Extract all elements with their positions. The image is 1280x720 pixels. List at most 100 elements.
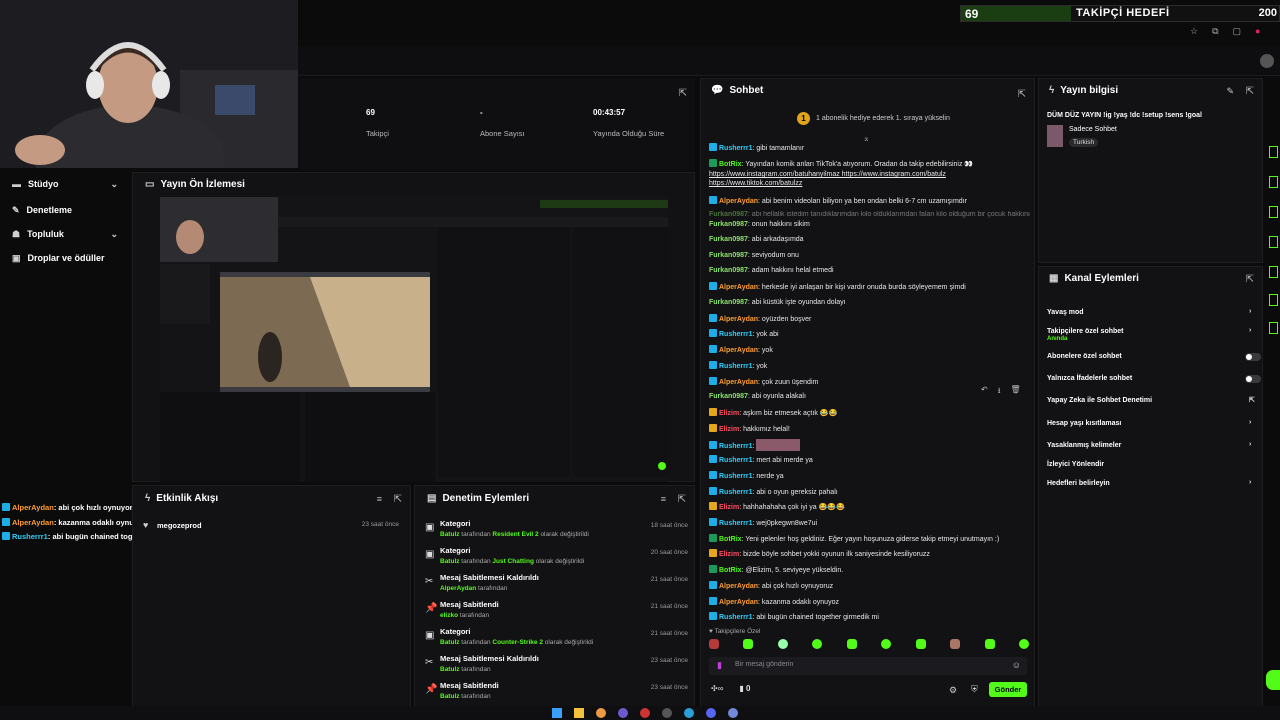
- chat-message[interactable]: Elizim: bizde böyle sohbet yokki oyunun …: [709, 549, 930, 559]
- chat-username[interactable]: Rusherrr1: [719, 363, 752, 370]
- user-avatar[interactable]: [1260, 54, 1274, 68]
- tool-icon[interactable]: [1269, 322, 1278, 334]
- chat-username[interactable]: Rusherrr1: [719, 145, 752, 152]
- chat-message[interactable]: Rusherrr1: wej0pkegwn8we7ui: [709, 518, 817, 528]
- chat-message[interactable]: AlperAydan: herkesle iyi anlaşan bir kiş…: [709, 282, 966, 292]
- chat-username[interactable]: Furkan0987: [709, 236, 748, 243]
- tool-icon[interactable]: [1269, 176, 1278, 188]
- chat-username[interactable]: AlperAydan: [719, 316, 758, 323]
- emote-icon[interactable]: [984, 639, 995, 649]
- sidebar-item-drops[interactable]: ▣ Droplar ve ödüller: [0, 246, 130, 270]
- chat-username[interactable]: Rusherrr1: [719, 473, 752, 480]
- chat-username[interactable]: AlperAydan: [719, 599, 758, 606]
- emoji-icon[interactable]: ☺: [1012, 660, 1021, 670]
- popout-icon[interactable]: ⇱: [678, 494, 686, 505]
- app-icon[interactable]: [706, 708, 716, 718]
- chat-username[interactable]: Furkan0987: [709, 299, 748, 306]
- popout-icon[interactable]: ⇱: [1246, 86, 1254, 97]
- chat-message[interactable]: Rusherrr1: yok: [709, 361, 767, 371]
- emote-icon[interactable]: [915, 639, 926, 649]
- chat-username[interactable]: BotRix: [719, 536, 742, 543]
- chat-username[interactable]: Furkan0987: [709, 221, 748, 228]
- chat-username[interactable]: AlperAydan: [719, 347, 758, 354]
- tool-icon[interactable]: [1269, 266, 1278, 278]
- sidebar-item-community[interactable]: ☗ Topluluk ⌄: [0, 222, 130, 246]
- chat-username[interactable]: Rusherrr1: [719, 489, 752, 496]
- shield-icon[interactable]: ⛨: [971, 684, 978, 695]
- profile-icon[interactable]: ●: [1255, 26, 1260, 37]
- chat-username[interactable]: AlperAydan: [719, 198, 758, 205]
- chat-message[interactable]: BotRix: Yayından komik anları TikTok'a a…: [709, 159, 973, 169]
- chat-message[interactable]: AlperAydan: çok zuun üşendim: [709, 377, 818, 387]
- chat-message[interactable]: Furkan0987: abi küstük işte oyundan dola…: [709, 298, 846, 307]
- send-button[interactable]: Gönder: [989, 682, 1027, 697]
- chat-message[interactable]: AlperAydan: yok: [709, 345, 773, 355]
- chat-message[interactable]: Rusherrr1:: [709, 439, 801, 451]
- chat-username[interactable]: Furkan0987: [709, 267, 748, 274]
- sidebar-item-moderation[interactable]: ✎ Denetleme: [0, 198, 130, 222]
- toggle-switch[interactable]: [1245, 353, 1261, 361]
- chat-message[interactable]: Rusherrr1: gibi tamamlanır: [709, 143, 804, 153]
- tool-icon[interactable]: [1269, 146, 1278, 158]
- chat-username[interactable]: BotRix: [719, 161, 742, 168]
- channel-action-item[interactable]: Hesap yaşı kısıtlaması ›: [1047, 419, 1262, 434]
- channel-action-item[interactable]: Hedefleri belirleyin ›: [1047, 479, 1262, 494]
- emote-icon[interactable]: [709, 639, 719, 649]
- chat-input[interactable]: ▮ Bir mesaj gönderin ☺: [709, 657, 1027, 675]
- chat-message[interactable]: Furkan0987: adam hakkını helal etmedi: [709, 266, 834, 275]
- chat-message[interactable]: Rusherrr1: abi o oyun gereksiz pahalı: [709, 487, 838, 497]
- channel-action-item[interactable]: Takipçilere özel sohbet Anında ›: [1047, 327, 1262, 342]
- popout-icon[interactable]: ⇱: [394, 494, 402, 505]
- chat-username[interactable]: AlperAydan: [719, 284, 758, 291]
- filter-icon[interactable]: ≡: [661, 494, 666, 504]
- app-icon[interactable]: [618, 708, 628, 718]
- chat-message[interactable]: Furkan0987: abi hellalik istedim tanıdık…: [709, 210, 1030, 219]
- emote-icon[interactable]: [812, 639, 823, 649]
- channel-action-item[interactable]: Abonelere özel sohbet: [1047, 353, 1262, 367]
- chat-message[interactable]: Elizim: hakkımız helal!: [709, 424, 790, 434]
- chat-username[interactable]: BotRix: [719, 567, 742, 574]
- channel-action-item[interactable]: Yasaklanmış kelimeler ›: [1047, 441, 1262, 456]
- chat-username[interactable]: Elizim: [719, 410, 739, 417]
- stream-preview-video[interactable]: [160, 197, 668, 482]
- popout-icon[interactable]: ⇱: [1246, 274, 1254, 285]
- fab-button[interactable]: [1266, 670, 1280, 690]
- chat-username[interactable]: Elizim: [719, 504, 739, 511]
- edge-icon[interactable]: [684, 708, 694, 718]
- emote-icon[interactable]: [950, 639, 961, 649]
- chat-message[interactable]: AlperAydan: abi benim videoları biliyon …: [709, 196, 967, 206]
- chrome-icon[interactable]: [596, 708, 606, 718]
- extensions-icon[interactable]: ⧉: [1212, 26, 1218, 37]
- chat-username[interactable]: Rusherrr1: [719, 443, 752, 450]
- chat-message[interactable]: Elizim: aşkım biz etmesek açtık 😂😂: [709, 408, 837, 418]
- toggle-switch[interactable]: [1245, 375, 1261, 383]
- sidebar-item-studio[interactable]: ▬ Stüdyo ⌄: [0, 170, 130, 198]
- emote-icon[interactable]: [777, 639, 788, 649]
- chat-username[interactable]: Elizim: [719, 551, 739, 558]
- folder-icon[interactable]: [574, 708, 584, 718]
- chat-username[interactable]: Furkan0987: [709, 211, 748, 218]
- windows-start-icon[interactable]: [552, 708, 562, 718]
- chat-message[interactable]: AlperAydan: abi çok hızlı oynuyoruz: [709, 581, 833, 591]
- popout-icon[interactable]: ⇱: [1018, 89, 1026, 100]
- chat-message[interactable]: Furkan0987: abi oyunla alakalı: [709, 392, 806, 401]
- link-icon[interactable]: ✣∞: [711, 684, 723, 693]
- tool-icon[interactable]: [1269, 206, 1278, 218]
- chat-username[interactable]: Rusherrr1: [719, 614, 752, 621]
- chat-message[interactable]: Rusherrr1: nerde ya: [709, 471, 784, 481]
- channel-action-item[interactable]: Yapay Zeka ile Sohbet Denetimi ⇱: [1047, 397, 1262, 411]
- emote-icon[interactable]: [1018, 639, 1029, 649]
- chat-message[interactable]: https://www.tiktok.com/batulzz: [709, 179, 802, 188]
- chat-message[interactable]: Rusherrr1: mert abi merde ya: [709, 455, 813, 465]
- chat-username[interactable]: Elizim: [719, 426, 739, 433]
- channel-action-item[interactable]: Yalnızca İfadelerle sohbet: [1047, 375, 1262, 389]
- chat-username[interactable]: AlperAydan: [719, 379, 758, 386]
- trash-icon[interactable]: 🗑: [1011, 385, 1021, 399]
- emote-icon[interactable]: [846, 639, 857, 649]
- chat-message[interactable]: Furkan0987: abi arkadaşımda: [709, 235, 804, 244]
- chat-username[interactable]: Rusherrr1: [719, 520, 752, 527]
- emote-icon[interactable]: [881, 639, 892, 649]
- chat-username[interactable]: AlperAydan: [719, 583, 758, 590]
- chat-username[interactable]: Furkan0987: [709, 393, 748, 400]
- chat-message[interactable]: Rusherrr1: abi bugün chained together gi…: [709, 612, 879, 622]
